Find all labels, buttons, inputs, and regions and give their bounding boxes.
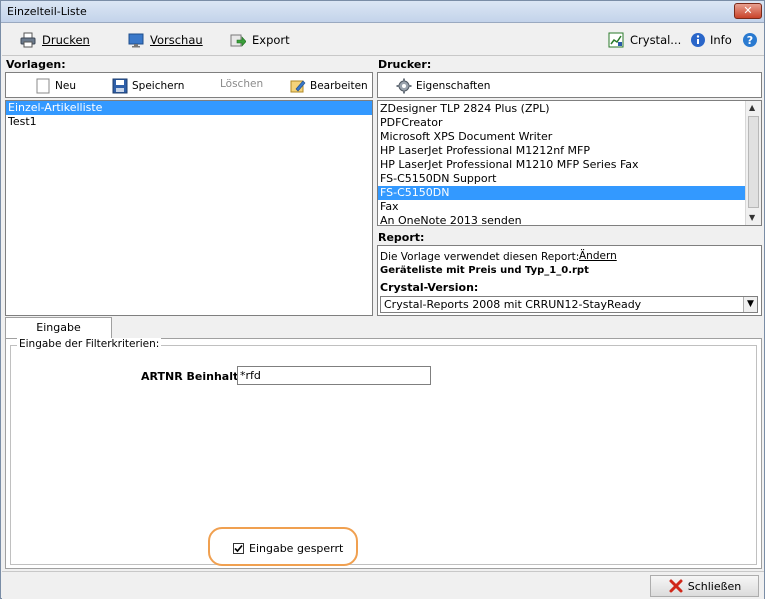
crystal-button[interactable]: Crystal... <box>608 29 681 51</box>
delete-template-label: Löschen <box>220 78 264 90</box>
tab-eingabe[interactable]: Eingabe <box>5 317 112 339</box>
artnr-input[interactable] <box>237 366 431 385</box>
save-template-label: Speichern <box>132 80 185 92</box>
print-label: Drucken <box>42 33 90 47</box>
templates-list[interactable]: Einzel-Artikelliste Test1 <box>5 100 373 316</box>
new-template-button[interactable]: Neu <box>35 78 76 94</box>
delete-template-button[interactable]: Löschen <box>220 78 263 90</box>
edit-icon <box>290 78 306 94</box>
filter-group-title: Eingabe der Filterkriterien: <box>17 338 162 350</box>
artnr-label: ARTNR Beinhaltet <box>141 370 251 383</box>
window-title: Einzelteil-Liste <box>7 5 87 18</box>
printer-list-item[interactable]: ZDesigner TLP 2824 Plus (ZPL) <box>378 102 746 116</box>
printer-list-item[interactable]: Microsoft XPS Document Writer <box>378 130 746 144</box>
info-label: Info <box>710 33 732 47</box>
report-filename: Geräteliste mit Preis und Typ_1_0.rpt <box>380 265 589 276</box>
new-document-icon <box>35 78 51 94</box>
report-window: Einzelteil-Liste ✕ Drucken Vorschau Expo… <box>0 0 765 599</box>
preview-button[interactable]: Vorschau <box>128 29 203 51</box>
crystal-version-select[interactable]: Crystal-Reports 2008 mit CRRUN12-StayRea… <box>380 296 758 313</box>
info-icon <box>690 32 706 48</box>
change-report-link[interactable]: Ändern <box>579 250 617 262</box>
gear-icon <box>396 78 412 94</box>
crystal-label: Crystal... <box>630 33 682 47</box>
printer-list-item[interactable]: HP LaserJet Professional M1210 MFP Serie… <box>378 158 746 172</box>
title-bar: Einzelteil-Liste ✕ <box>1 1 764 23</box>
close-button-label: Schließen <box>687 579 742 593</box>
template-list-item[interactable]: Test1 <box>6 115 372 129</box>
printers-list-rows: ZDesigner TLP 2824 Plus (ZPL) PDFCreator… <box>378 102 746 225</box>
help-button[interactable]: ? <box>742 29 758 51</box>
printers-scrollbar[interactable]: ▲ ▼ <box>745 101 761 225</box>
checkmark-icon <box>234 544 243 553</box>
preview-label: Vorschau <box>150 33 203 47</box>
printer-list-item[interactable]: HP LaserJet Professional M1212nf MFP <box>378 144 746 158</box>
printer-properties-button[interactable]: Eigenschaften <box>396 78 490 94</box>
printers-heading: Drucker: <box>378 58 432 71</box>
main-toolbar: Drucken Vorschau Export Crystal... Info <box>2 24 764 56</box>
report-panel: Die Vorlage verwendet diesen Report: Änd… <box>377 245 762 316</box>
help-icon: ? <box>742 32 758 48</box>
lock-input-label[interactable]: Eingabe gesperrt <box>249 542 343 555</box>
printers-toolbar: Eigenschaften <box>377 72 762 98</box>
crystal-icon <box>608 32 624 48</box>
scroll-up-icon[interactable]: ▲ <box>749 103 755 112</box>
printer-list-item[interactable]: Fax <box>378 200 746 214</box>
edit-template-label: Bearbeiten <box>310 80 368 92</box>
info-button[interactable]: Info <box>690 29 732 51</box>
input-tab-panel: Eingabe der Filterkriterien: ARTNR Beinh… <box>5 338 762 569</box>
export-button[interactable]: Export <box>230 29 290 51</box>
chevron-down-icon[interactable]: ▼ <box>743 297 757 312</box>
crystal-version-heading: Crystal-Version: <box>380 281 479 294</box>
crystal-version-value: Crystal-Reports 2008 mit CRRUN12-StayRea… <box>384 298 642 311</box>
report-uses-text: Die Vorlage verwendet diesen Report: <box>380 251 580 263</box>
printers-list[interactable]: ZDesigner TLP 2824 Plus (ZPL) PDFCreator… <box>377 100 762 226</box>
svg-text:?: ? <box>747 34 753 47</box>
lock-input-checkbox[interactable] <box>233 543 244 554</box>
printer-list-item[interactable]: FS-C5150DN Support <box>378 172 746 186</box>
printer-list-item[interactable]: PDFCreator <box>378 116 746 130</box>
save-icon <box>112 78 128 94</box>
printer-properties-label: Eigenschaften <box>416 80 491 92</box>
printer-list-item[interactable]: An OneNote 2013 senden <box>378 214 746 225</box>
edit-template-button[interactable]: Bearbeiten <box>290 78 368 94</box>
close-button[interactable]: Schließen <box>650 575 759 597</box>
printer-icon <box>20 32 36 48</box>
export-label: Export <box>252 33 290 47</box>
report-heading: Report: <box>378 231 425 244</box>
templates-heading: Vorlagen: <box>6 58 66 71</box>
print-button[interactable]: Drucken <box>20 29 90 51</box>
templates-toolbar: Neu Speichern Löschen Bearbeiten <box>5 72 373 98</box>
footer-bar: Schließen <box>2 571 764 599</box>
export-icon <box>230 32 247 48</box>
window-close-button[interactable]: ✕ <box>734 3 762 19</box>
save-template-button[interactable]: Speichern <box>112 78 184 94</box>
scrollbar-thumb[interactable] <box>748 116 759 208</box>
scroll-down-icon[interactable]: ▼ <box>749 213 755 222</box>
new-template-label: Neu <box>55 80 76 92</box>
filter-criteria-group: Eingabe der Filterkriterien: ARTNR Beinh… <box>10 338 757 565</box>
close-icon <box>668 578 684 594</box>
template-list-item[interactable]: Einzel-Artikelliste <box>6 101 372 115</box>
printer-list-item[interactable]: FS-C5150DN <box>378 186 746 200</box>
monitor-icon <box>128 32 144 48</box>
